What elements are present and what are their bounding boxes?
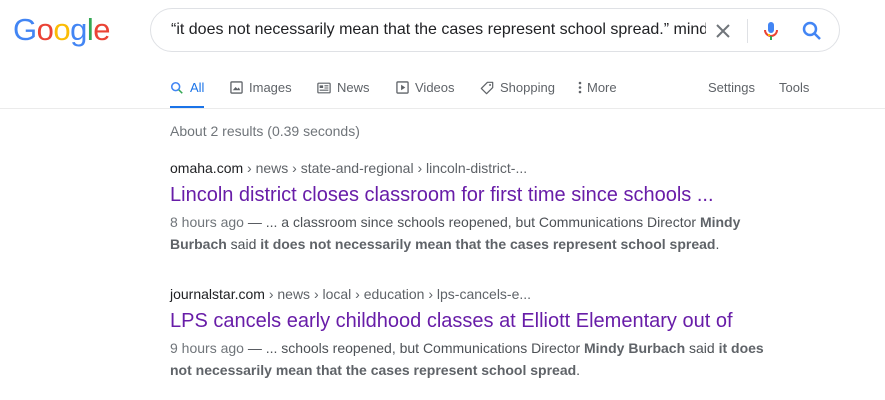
result-snippet: 9 hours ago — ... schools reopened, but …: [170, 337, 770, 381]
result-domain: omaha.com: [170, 160, 244, 176]
snippet-text: said: [685, 340, 719, 356]
snippet-text: said: [226, 236, 261, 252]
snippet-text: .: [576, 362, 581, 378]
logo-letter: G: [13, 12, 37, 47]
snippet-text: ... schools reopened, but Communications…: [265, 340, 584, 356]
clear-icon[interactable]: [711, 19, 735, 43]
google-logo[interactable]: Google: [13, 12, 111, 48]
tab-label: Videos: [415, 80, 455, 95]
search-icon: [170, 81, 183, 94]
result-snippet: 8 hours ago — ... a classroom since scho…: [170, 211, 770, 255]
tab-more[interactable]: More: [578, 66, 617, 109]
result-date: 8 hours ago: [170, 214, 244, 230]
tag-icon: [480, 81, 494, 94]
news-icon: [317, 82, 331, 93]
snippet-text: .: [715, 236, 720, 252]
tab-shopping[interactable]: Shopping: [480, 66, 555, 109]
result-title-link[interactable]: Lincoln district closes classroom for fi…: [170, 182, 770, 208]
result-path: › news › local › education › lps-cancels…: [264, 286, 532, 302]
more-vert-icon: [578, 81, 582, 94]
snippet-sep: —: [243, 214, 266, 230]
snippet-sep: —: [243, 340, 266, 356]
result-path: › news › state-and-regional › lincoln-di…: [243, 160, 528, 176]
logo-letter: e: [93, 12, 111, 47]
snippet-bold: Mindy Burbach: [584, 340, 686, 356]
settings-link[interactable]: Settings: [708, 66, 755, 109]
result-domain: journalstar.com: [170, 286, 265, 302]
tab-news[interactable]: News: [317, 66, 370, 109]
tab-images[interactable]: Images: [230, 66, 292, 109]
tab-label: Shopping: [500, 80, 555, 95]
tabs-divider: [0, 108, 885, 109]
result-url[interactable]: journalstar.com › news › local › educati…: [170, 284, 770, 304]
tab-label: More: [587, 80, 617, 95]
search-result: omaha.com › news › state-and-regional › …: [170, 158, 770, 255]
result-title-link[interactable]: LPS cancels early childhood classes at E…: [170, 308, 770, 334]
logo-letter: o: [36, 12, 54, 47]
microphone-icon[interactable]: [759, 19, 783, 43]
search-icon[interactable]: [800, 19, 824, 43]
tab-videos[interactable]: Videos: [396, 66, 455, 109]
search-box: “it does not necessarily mean that the c…: [150, 8, 840, 52]
search-result: journalstar.com › news › local › educati…: [170, 284, 770, 381]
snippet-text: ... a classroom since schools reopened, …: [265, 214, 700, 230]
tab-label: News: [337, 80, 370, 95]
search-tabs: All Images News Videos Shopping More Set…: [0, 66, 885, 109]
image-icon: [230, 81, 243, 94]
logo-letter: g: [70, 12, 87, 47]
snippet-bold: it does not necessarily mean that the ca…: [260, 236, 716, 252]
result-url[interactable]: omaha.com › news › state-and-regional › …: [170, 158, 770, 178]
result-date: 9 hours ago: [170, 340, 244, 356]
tab-label: All: [190, 80, 205, 95]
search-input[interactable]: “it does not necessarily mean that the c…: [171, 9, 706, 51]
result-stats: About 2 results (0.39 seconds): [170, 123, 360, 139]
search-divider: [747, 19, 748, 43]
tab-label: Images: [249, 80, 292, 95]
logo-letter: o: [53, 12, 71, 47]
video-icon: [396, 81, 409, 94]
tools-link[interactable]: Tools: [779, 66, 809, 109]
tab-all[interactable]: All: [170, 66, 205, 109]
